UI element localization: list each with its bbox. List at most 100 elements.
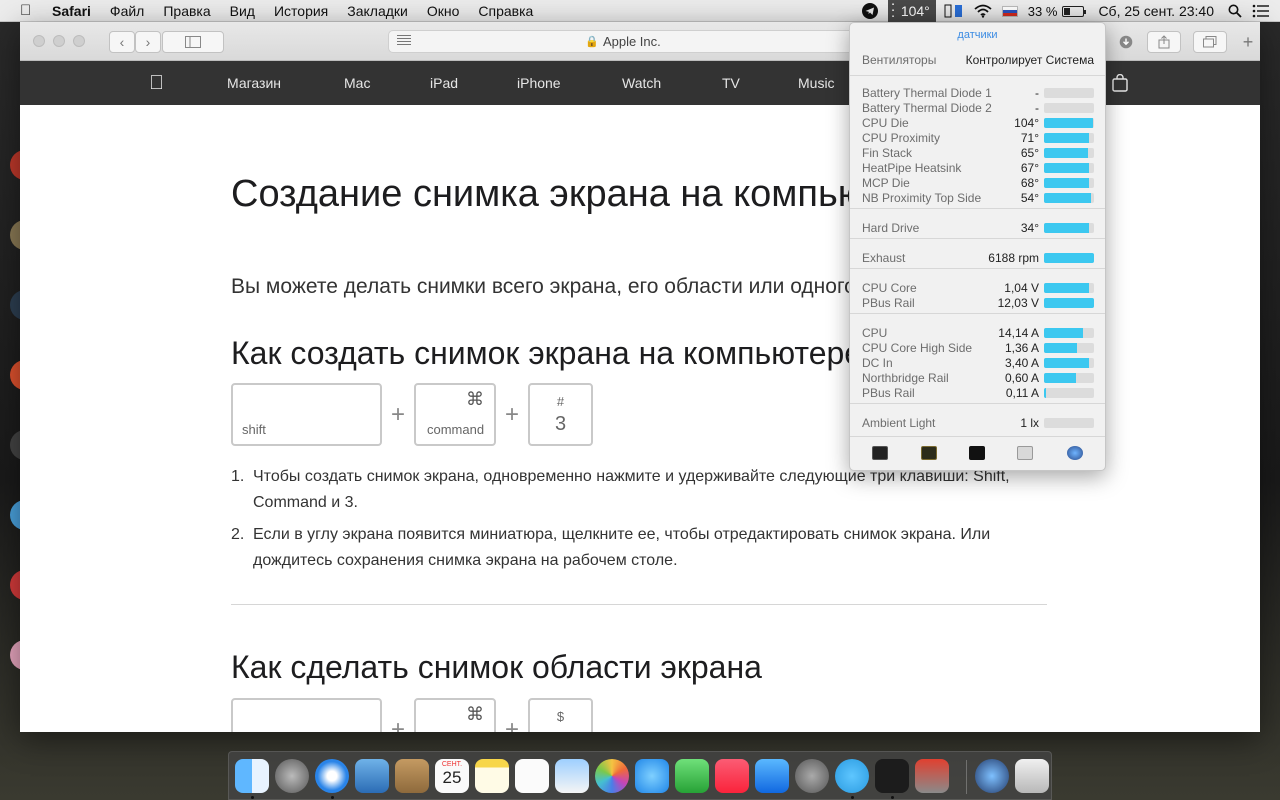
shopping-bag-icon[interactable] (1112, 61, 1128, 105)
menu-help[interactable]: Справка (478, 3, 533, 19)
menu-clock[interactable]: Сб, 25 сент. 23:40 (1098, 3, 1214, 19)
sidebar-icon (185, 36, 201, 48)
tabs-icon (1203, 36, 1217, 48)
menu-edit[interactable]: Правка (163, 3, 210, 19)
memory-status-icon[interactable] (944, 0, 964, 22)
mail-icon[interactable] (355, 759, 389, 793)
fans-value[interactable]: Контролирует Система (966, 53, 1094, 67)
console-icon[interactable] (921, 446, 937, 460)
sensor-group-separator (850, 208, 1105, 209)
nav-tv[interactable]: TV (722, 61, 740, 105)
app-store-icon[interactable] (755, 759, 789, 793)
sensor-label: PBus Rail (862, 385, 915, 400)
close-window-button[interactable] (33, 35, 45, 47)
reminders-icon[interactable] (515, 759, 549, 793)
sensor-row: CPU Proximity 71° (862, 130, 1094, 145)
sensor-row: CPU 14,14 A (862, 325, 1094, 340)
tabs-overview-button[interactable] (1193, 31, 1227, 53)
sensor-value: 71° (1020, 130, 1039, 145)
system-utility-icon[interactable] (1017, 446, 1033, 460)
apple-logo-icon[interactable]:  (149, 61, 164, 105)
sensor-label: NB Proximity Top Side (862, 190, 982, 205)
zoom-window-button[interactable] (73, 35, 85, 47)
facetime-icon[interactable] (675, 759, 709, 793)
sensor-bar (1044, 327, 1094, 338)
command-symbol-icon: ⌘ (466, 389, 484, 409)
nav-store[interactable]: Магазин (227, 61, 281, 105)
menu-view[interactable]: Вид (230, 3, 255, 19)
sensor-label: Hard Drive (862, 220, 920, 235)
nav-music[interactable]: Music (798, 61, 835, 105)
sensor-label: Battery Thermal Diode 1 (862, 85, 992, 100)
sensor-bar-fill (1044, 357, 1089, 368)
sensor-row: PBus Rail 12,03 V (862, 295, 1094, 310)
sensor-bar-fill (1044, 297, 1094, 308)
dock: СЕНТ. 25 (228, 751, 1052, 800)
istat-icon[interactable] (975, 759, 1009, 793)
notes-icon[interactable] (475, 759, 509, 793)
sensor-bar-fill (1044, 222, 1089, 233)
trash-icon[interactable] (1015, 759, 1049, 793)
music-icon[interactable] (715, 759, 749, 793)
dock-separator (966, 760, 967, 794)
utility-icon[interactable] (915, 759, 949, 793)
activity-monitor-icon[interactable] (872, 446, 888, 460)
preview-icon[interactable] (555, 759, 589, 793)
sensor-bar (1044, 147, 1094, 158)
shift-key: shift (231, 383, 382, 446)
wifi-icon[interactable] (974, 0, 992, 22)
sidebar-toggle-button[interactable] (162, 31, 224, 53)
back-button[interactable]: ‹ (109, 31, 135, 53)
shortcut-keys-1: shift + ⌘ command + # 3 (231, 383, 593, 446)
istat-app-icon[interactable] (1067, 446, 1083, 460)
sensor-bar (1044, 117, 1094, 128)
sensor-label: Fin Stack (862, 145, 913, 160)
share-button[interactable] (1147, 31, 1181, 53)
minimize-window-button[interactable] (53, 35, 65, 47)
sensor-value: 14,14 A (998, 325, 1039, 340)
sensors-status-item[interactable]: ▪ ▪ ▪ 104° (887, 0, 936, 22)
terminal-icon[interactable] (875, 759, 909, 793)
menu-bookmarks[interactable]: Закладки (347, 3, 408, 19)
contacts-icon[interactable] (395, 759, 429, 793)
finder-icon[interactable] (235, 759, 269, 793)
sensor-value: 67° (1020, 160, 1039, 175)
calendar-icon[interactable]: СЕНТ. 25 (435, 759, 469, 793)
apple-menu-icon[interactable]:  (20, 2, 38, 19)
sensor-row: DC In 3,40 A (862, 355, 1094, 370)
nav-ipad[interactable]: iPad (430, 61, 458, 105)
chevron-left-icon: ‹ (119, 34, 125, 50)
downloads-button[interactable] (1111, 31, 1141, 53)
telegram-icon[interactable] (835, 759, 869, 793)
nav-mac[interactable]: Mac (344, 61, 370, 105)
nav-iphone[interactable]: iPhone (517, 61, 561, 105)
new-tab-button[interactable]: + (1237, 31, 1259, 53)
spotlight-search-icon[interactable] (1228, 0, 1242, 22)
launchpad-icon[interactable] (275, 759, 309, 793)
plus-sign: + (504, 715, 519, 733)
forward-button[interactable]: › (135, 31, 161, 53)
step-text: Если в углу экрана появится миниатюра, щ… (253, 526, 991, 569)
plus-sign: + (390, 400, 405, 428)
notification-center-icon[interactable] (1252, 0, 1270, 22)
telegram-status-icon[interactable] (861, 0, 878, 22)
reader-view-icon[interactable] (397, 35, 411, 47)
nav-watch[interactable]: Watch (622, 61, 661, 105)
menu-window[interactable]: Окно (427, 3, 460, 19)
photos-icon[interactable] (595, 759, 629, 793)
system-preferences-icon[interactable] (795, 759, 829, 793)
sensor-value: 1 lx (1020, 415, 1039, 430)
menu-file[interactable]: Файл (110, 3, 144, 19)
running-indicator (891, 796, 894, 799)
menu-history[interactable]: История (274, 3, 328, 19)
russian-flag-input-icon[interactable] (1001, 5, 1018, 17)
battery-status[interactable]: 33 % (1028, 4, 1087, 19)
sensor-value: 104° (1014, 115, 1039, 130)
safari-icon[interactable] (315, 759, 349, 793)
menu-app-safari[interactable]: Safari (52, 3, 91, 19)
address-bar[interactable]: 🔒 Apple Inc. (388, 30, 858, 53)
sensor-value: 0,11 A (1005, 385, 1039, 400)
messages-icon[interactable] (635, 759, 669, 793)
chevron-right-icon: › (145, 34, 151, 50)
terminal-icon[interactable] (969, 446, 985, 460)
